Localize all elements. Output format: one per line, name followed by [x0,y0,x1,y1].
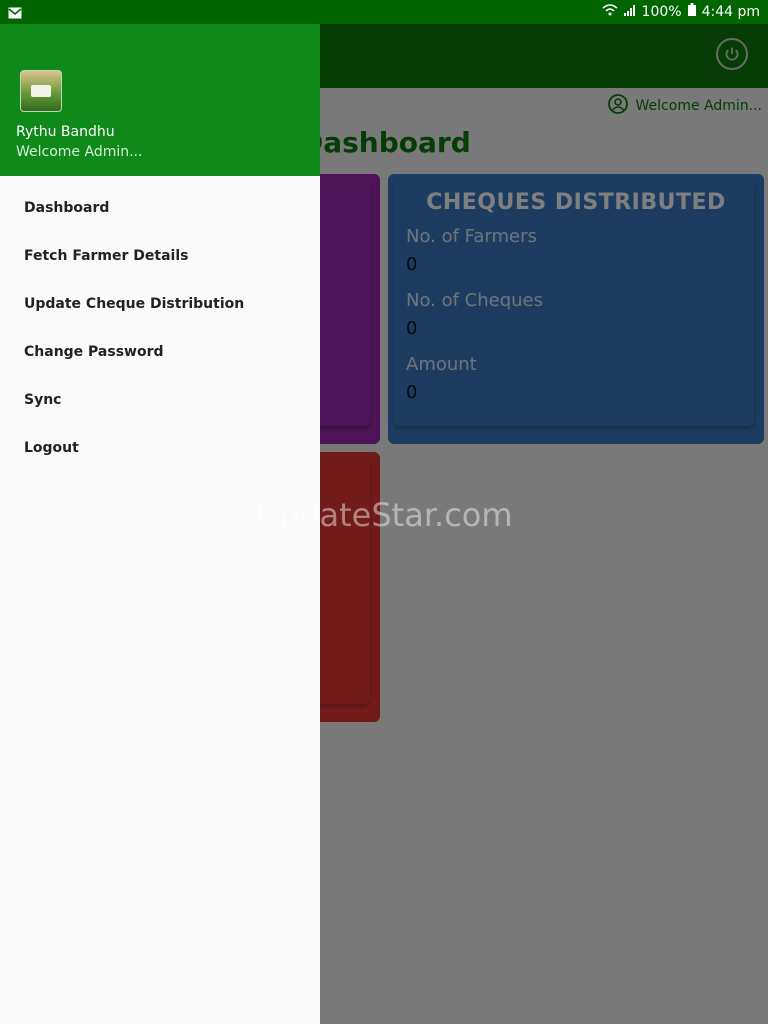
drawer-subtitle: Welcome Admin... [16,144,143,160]
wifi-icon [602,3,618,20]
menu-item-sync[interactable]: Sync [0,376,320,424]
drawer-app-name: Rythu Bandhu [16,124,115,140]
navigation-drawer: Rythu Bandhu Welcome Admin... Dashboard … [0,0,320,1024]
menu-item-dashboard[interactable]: Dashboard [0,184,320,232]
drawer-menu: Dashboard Fetch Farmer Details Update Ch… [0,184,320,472]
battery-level: 100% [641,3,682,20]
mail-icon [8,4,22,23]
battery-icon [687,3,696,20]
status-bar: 100% 4:44 pm [0,0,768,24]
menu-item-fetch-farmer-details[interactable]: Fetch Farmer Details [0,232,320,280]
clock: 4:44 pm [701,3,760,20]
menu-item-update-cheque-distribution[interactable]: Update Cheque Distribution [0,280,320,328]
menu-item-change-password[interactable]: Change Password [0,328,320,376]
menu-item-logout[interactable]: Logout [0,424,320,472]
drawer-header: Rythu Bandhu Welcome Admin... [0,0,320,176]
signal-icon [623,4,636,20]
app-logo [20,70,62,112]
